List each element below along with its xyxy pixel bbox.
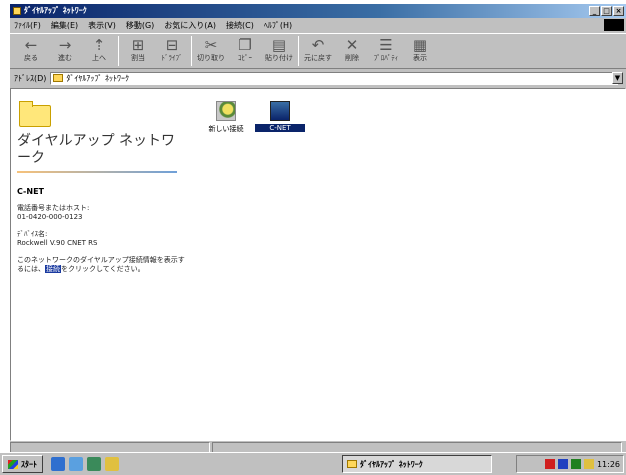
map-drive-button[interactable]: ⊞ 割当 xyxy=(121,36,155,68)
address-value: ﾀﾞｲﾔﾙｱｯﾌﾟ ﾈｯﾄﾜｰｸ xyxy=(66,73,129,83)
address-dropdown-button[interactable]: ▼ xyxy=(612,72,623,84)
minimize-button[interactable]: _ xyxy=(589,6,600,16)
taskbar-button-dialup[interactable]: ﾀﾞｲﾔﾙｱｯﾌﾟ ﾈｯﾄﾜｰｸ xyxy=(342,455,492,473)
file-label: C-NET xyxy=(255,124,305,132)
device-info: ﾃﾞﾊﾞｲｽ名: Rockwell V.90 CNET RS xyxy=(17,230,185,248)
up-folder-icon: ⇡ xyxy=(92,36,106,54)
forward-button[interactable]: → 進む xyxy=(48,36,82,68)
tray-network-icon[interactable] xyxy=(557,459,568,469)
folder-title: ダイヤルアップ ネットワーク xyxy=(17,133,176,166)
file-item-new-connection[interactable]: 新しい接続 xyxy=(201,101,251,134)
folder-icon xyxy=(53,74,64,82)
copy-button[interactable]: ❐ ｺﾋﾟｰ xyxy=(228,36,262,68)
views-button[interactable]: ▦ 表示 xyxy=(403,36,437,68)
close-button[interactable]: × xyxy=(613,6,624,16)
windows-flag-icon xyxy=(8,459,18,469)
phone-value: 01-0420-000-0123 xyxy=(17,213,83,221)
menu-connections[interactable]: 接続(C) xyxy=(226,20,254,31)
cut-button[interactable]: ✂ 切り取り xyxy=(194,36,228,68)
copy-icon: ❐ xyxy=(238,36,252,54)
address-input[interactable]: ﾀﾞｲﾔﾙｱｯﾌﾟ ﾈｯﾄﾜｰｸ xyxy=(50,71,619,85)
connect-link[interactable]: 接続 xyxy=(45,265,61,273)
phone-info: 電話番号またはホスト: 01-0420-000-0123 xyxy=(17,204,185,222)
task-label: ﾀﾞｲﾔﾙｱｯﾌﾟ ﾈｯﾄﾜｰｸ xyxy=(360,459,423,469)
ie-icon[interactable] xyxy=(51,457,65,471)
map-drive-icon: ⊞ xyxy=(131,36,145,54)
taskbar: ｽﾀｰﾄ ﾀﾞｲﾔﾙｱｯﾌﾟ ﾈｯﾄﾜｰｸ 11:26 xyxy=(0,452,626,475)
desktop-icon[interactable] xyxy=(87,457,101,471)
menu-bar: ﾌｧｲﾙ(F) 編集(E) 表示(V) 移動(G) お気に入り(A) 接続(C)… xyxy=(10,18,626,32)
system-tray: 11:26 xyxy=(516,455,624,473)
title-bar[interactable]: ﾀﾞｲﾔﾙｱｯﾌﾟ ﾈｯﾄﾜｰｸ _ □ × xyxy=(10,4,626,18)
back-arrow-icon: ← xyxy=(24,36,38,54)
window-title: ﾀﾞｲﾔﾙｱｯﾌﾟ ﾈｯﾄﾜｰｸ xyxy=(24,6,87,15)
file-item-cnet[interactable]: C-NET xyxy=(255,101,305,132)
cut-icon: ✂ xyxy=(204,36,218,54)
tray-volume-icon[interactable] xyxy=(570,459,581,469)
properties-button[interactable]: ☰ ﾌﾟﾛﾊﾟﾃｨ xyxy=(369,36,403,68)
menu-file[interactable]: ﾌｧｲﾙ(F) xyxy=(14,20,41,31)
folder-icon xyxy=(347,460,357,468)
device-value: Rockwell V.90 CNET RS xyxy=(17,239,98,247)
selected-connection-name: C-NET xyxy=(17,187,44,196)
menu-edit[interactable]: 編集(E) xyxy=(51,20,78,31)
title-divider xyxy=(17,171,177,173)
note-suffix: をクリックしてください。 xyxy=(61,265,145,273)
quick-launch xyxy=(51,457,119,471)
menu-go[interactable]: 移動(G) xyxy=(126,20,154,31)
connect-note: このネットワークのダイヤルアップ接続情報を表示するには、接続をクリックしてくださ… xyxy=(17,256,185,274)
disconnect-icon: ⊟ xyxy=(165,36,179,54)
folder-icon xyxy=(19,101,51,127)
menu-favorites[interactable]: お気に入り(A) xyxy=(164,20,216,31)
folder-icon xyxy=(13,7,21,15)
folder-view: ダイヤルアップ ネットワーク C-NET 電話番号またはホスト: 01-0420… xyxy=(10,88,626,441)
start-button[interactable]: ｽﾀｰﾄ xyxy=(2,455,43,473)
toolbar-separator xyxy=(298,36,299,66)
toolbar-separator xyxy=(191,36,192,66)
forward-arrow-icon: → xyxy=(58,36,72,54)
delete-button[interactable]: ✕ 削除 xyxy=(335,36,369,68)
clock[interactable]: 11:26 xyxy=(597,460,620,469)
disconnect-button[interactable]: ⊟ ﾄﾞﾗｲﾌﾞ xyxy=(155,36,189,68)
up-button[interactable]: ⇡ 上へ xyxy=(82,36,116,68)
explorer-window: ﾀﾞｲﾔﾙｱｯﾌﾟ ﾈｯﾄﾜｰｸ _ □ × ﾌｧｲﾙ(F) 編集(E) 表示(… xyxy=(10,4,626,475)
delete-icon: ✕ xyxy=(345,36,359,54)
paste-button[interactable]: ▤ 貼り付け xyxy=(262,36,296,68)
properties-icon: ☰ xyxy=(379,36,393,54)
maximize-button[interactable]: □ xyxy=(601,6,612,16)
tray-ime-icon[interactable] xyxy=(583,459,594,469)
channels-icon[interactable] xyxy=(105,457,119,471)
dialup-connection-icon xyxy=(270,101,290,121)
back-button[interactable]: ← 戻る xyxy=(14,36,48,68)
tray-app-icon[interactable] xyxy=(544,459,555,469)
web-view-pane: ダイヤルアップ ネットワーク C-NET 電話番号またはホスト: 01-0420… xyxy=(11,89,191,440)
toolbar: ← 戻る → 進む ⇡ 上へ ⊞ 割当 ⊟ ﾄﾞﾗｲﾌﾞ ✂ 切り取り ❐ ｺﾋﾟｰ ▤ 貼り付… xyxy=(10,33,626,69)
menu-view[interactable]: 表示(V) xyxy=(88,20,116,31)
undo-button[interactable]: ↶ 元に戻す xyxy=(301,36,335,68)
address-label: ｱﾄﾞﾚｽ(D) xyxy=(14,73,47,83)
device-label: ﾃﾞﾊﾞｲｽ名: xyxy=(17,230,48,238)
windows-logo-icon xyxy=(604,19,624,31)
toolbar-separator xyxy=(118,36,119,66)
views-icon: ▦ xyxy=(412,36,428,54)
phone-label: 電話番号またはホスト: xyxy=(17,204,90,212)
new-connection-icon xyxy=(216,101,236,121)
menu-help[interactable]: ﾍﾙﾌﾟ(H) xyxy=(264,20,292,31)
undo-icon: ↶ xyxy=(311,36,325,54)
paste-icon: ▤ xyxy=(271,36,287,54)
address-bar: ｱﾄﾞﾚｽ(D) ﾀﾞｲﾔﾙｱｯﾌﾟ ﾈｯﾄﾜｰｸ ▼ xyxy=(10,70,626,86)
file-label: 新しい接続 xyxy=(208,125,244,133)
start-label: ｽﾀｰﾄ xyxy=(21,459,37,469)
outlook-icon[interactable] xyxy=(69,457,83,471)
